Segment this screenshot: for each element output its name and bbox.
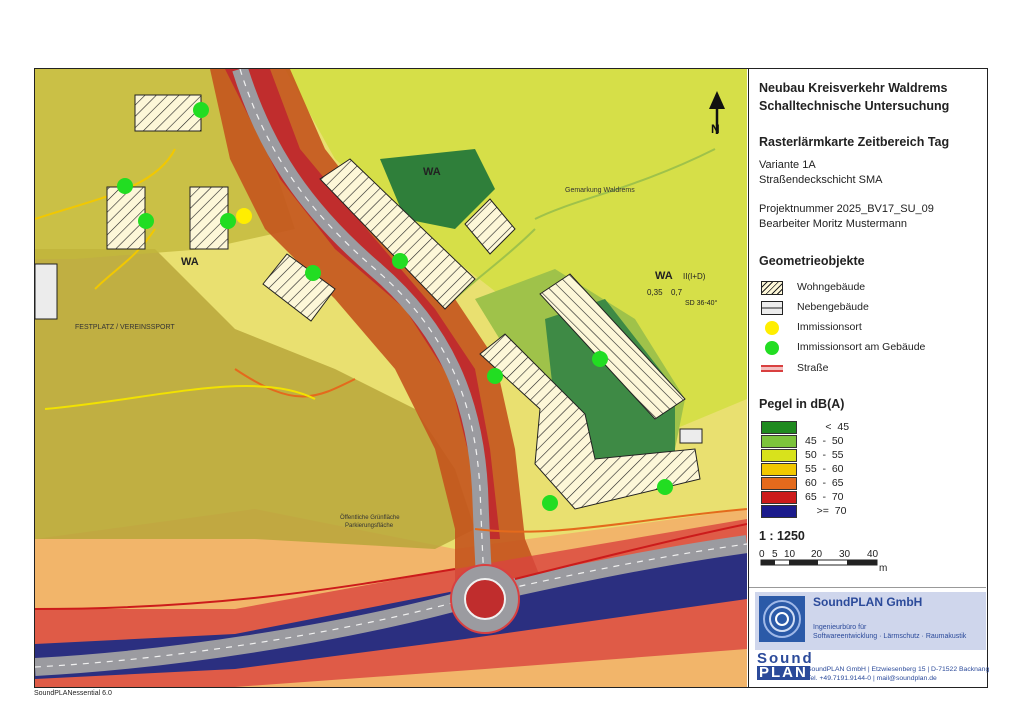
label-wa-code-roof: SD 36-40° <box>685 299 718 307</box>
yellow-dot-icon <box>765 321 779 335</box>
level-swatch <box>761 449 797 462</box>
label-oeff: Öffentliche Grünfläche <box>340 514 400 521</box>
level-swatch <box>761 435 797 448</box>
label-wa-3: WA <box>655 270 673 282</box>
receiver-building-10[interactable] <box>657 479 673 495</box>
receiver-building-3[interactable] <box>138 213 154 229</box>
company-address: SoundPLAN GmbH | Etzwiesenberg 15 | D-71… <box>807 666 990 673</box>
receiver-building-8[interactable] <box>592 351 608 367</box>
label-wa-1: WA <box>423 166 441 178</box>
level-swatch <box>761 477 797 490</box>
scale-ratio: 1 : 1250 <box>759 529 805 543</box>
noise-map[interactable]: N Gemarkung Waldrems FESTPLATZ / VEREINS… <box>35 69 747 687</box>
info-variante: Variante 1A <box>759 159 816 171</box>
receiver-building-6[interactable] <box>392 253 408 269</box>
info-deckschicht: Straßendeckschicht SMA <box>759 174 883 186</box>
info-projekt: Projektnummer 2025_BV17_SU_09 <box>759 203 934 215</box>
hatched-building-icon <box>761 281 783 295</box>
grey-building-icon <box>761 301 783 315</box>
label-wa-code-grz: 0,35 <box>647 288 663 297</box>
receiver-building-9[interactable] <box>542 495 558 511</box>
company-tag-1: Ingenieurbüro für <box>813 624 867 631</box>
level-heading: Pegel in dB(A) <box>759 397 845 411</box>
scale-tick-10: 10 <box>784 549 796 560</box>
scale-tick-40: 40 <box>867 549 879 560</box>
soundplan-logo-icon <box>759 596 805 642</box>
label-wa-code-gfz: 0,7 <box>671 288 683 297</box>
label-wa-2: WA <box>181 256 199 268</box>
scale-unit: m <box>879 563 887 574</box>
north-label: N <box>711 122 720 136</box>
company-block: SoundPLAN GmbH Ingenieurbüro für Softwar… <box>749 587 990 687</box>
scale-tick-0: 0 <box>759 549 765 560</box>
company-contact: Tel. +49.7191.9144-0 | mail@soundplan.de <box>807 675 937 682</box>
label-gemarkung: Gemarkung Waldrems <box>565 187 635 194</box>
company-banner: SoundPLAN GmbH Ingenieurbüro für Softwar… <box>755 592 986 650</box>
label-wa-code-storeys: II(I+D) <box>683 272 706 281</box>
company-tag-2: Softwareentwicklung · Lärmschutz · Rauma… <box>813 633 967 640</box>
title-study: Schalltechnische Untersuchung <box>759 99 950 113</box>
brand-wordmark: Sound PLAN <box>757 651 814 681</box>
geometry-heading: Geometrieobjekte <box>759 254 865 268</box>
receiver-free-1[interactable] <box>236 208 252 224</box>
title-project: Neubau Kreisverkehr Waldrems <box>759 81 948 95</box>
building-secondary-2 <box>679 428 703 444</box>
scale-tick-30: 30 <box>839 549 851 560</box>
company-name: SoundPLAN GmbH <box>813 595 923 609</box>
road-line-icon <box>761 365 783 372</box>
scale-bar: 0 5 10 20 30 40 m <box>759 549 887 574</box>
roundabout-island <box>464 578 506 620</box>
brand-line-2: PLAN <box>757 664 810 681</box>
level-swatch <box>761 491 797 504</box>
legend-panel: Neubau Kreisverkehr Waldrems Schalltechn… <box>748 69 990 687</box>
receiver-building-1[interactable] <box>193 102 209 118</box>
scale-tick-5: 5 <box>772 549 778 560</box>
building-secondary-1 <box>35 263 58 320</box>
scale-tick-20: 20 <box>811 549 823 560</box>
receiver-building-7[interactable] <box>487 368 503 384</box>
software-footer: SoundPLANessential 6.0 <box>34 690 112 697</box>
receiver-building-4[interactable] <box>220 213 236 229</box>
label-park: Parkierungsfläche <box>345 523 394 529</box>
title-map-type: Rasterlärmkarte Zeitbereich Tag <box>759 135 950 149</box>
receiver-building-2[interactable] <box>117 178 133 194</box>
green-dot-icon <box>765 341 779 355</box>
building-residential-1 <box>134 94 202 132</box>
receiver-building-5[interactable] <box>305 265 321 281</box>
level-swatch <box>761 463 797 476</box>
label-festplatz: FESTPLATZ / VEREINSSPORT <box>75 324 175 331</box>
level-swatch <box>761 421 797 434</box>
info-bearbeiter: Bearbeiter Moritz Mustermann <box>759 218 907 230</box>
level-swatch <box>761 505 797 518</box>
